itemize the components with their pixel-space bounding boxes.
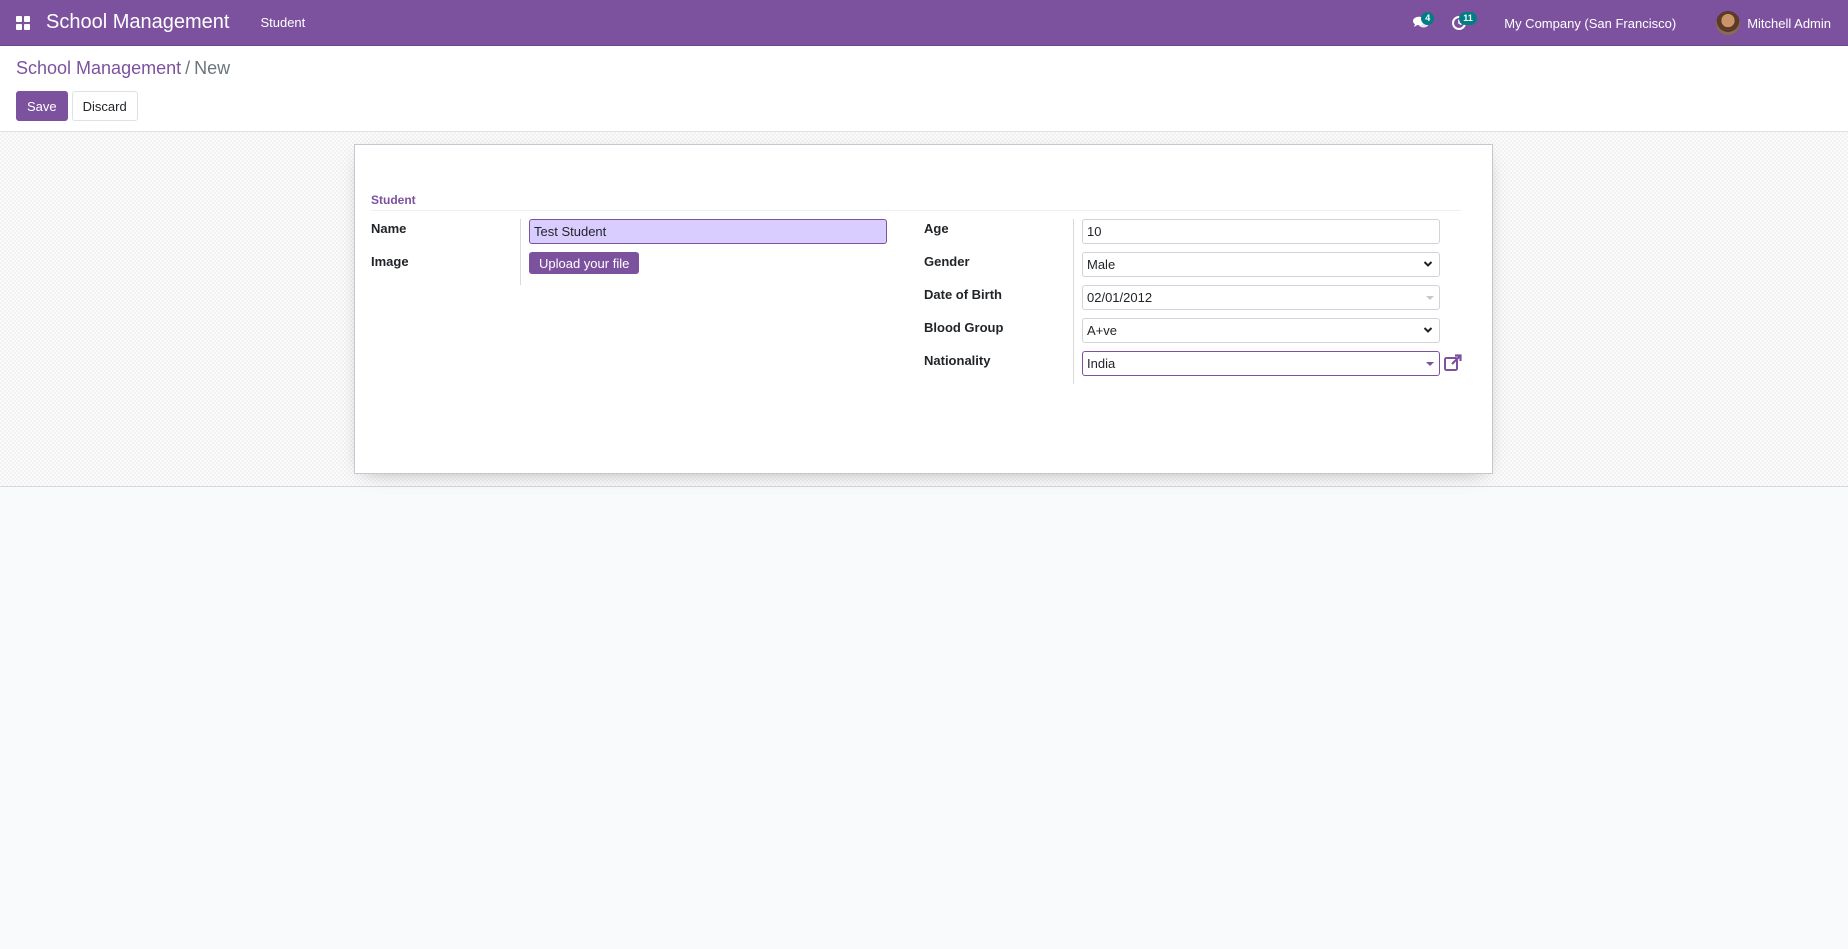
breadcrumb-current: New <box>194 58 231 78</box>
group-title: Student <box>371 193 1461 211</box>
activities-badge: 11 <box>1459 12 1477 25</box>
top-navbar: School Management Student 4 11 My Compan… <box>0 0 1848 46</box>
form-sheet: Student Name Test Student Image Upload y… <box>354 144 1493 474</box>
messages-badge: 4 <box>1421 12 1435 25</box>
user-name: Mitchell Admin <box>1747 15 1831 31</box>
gender-select[interactable]: Male <box>1082 252 1440 277</box>
nationality-row: Nationality India <box>924 351 1464 384</box>
image-row: Image Upload your file <box>371 252 924 285</box>
age-row: Age 10 <box>924 219 1464 252</box>
gender-value: Male <box>1087 257 1116 272</box>
activities-button[interactable]: 11 <box>1440 0 1478 46</box>
avatar <box>1716 11 1741 35</box>
breadcrumb: School Management / New <box>16 58 1832 79</box>
control-panel: School Management / New Save Discard <box>0 46 1848 132</box>
user-menu[interactable]: Mitchell Admin <box>1716 11 1848 35</box>
gender-row: Gender Male <box>924 252 1464 285</box>
menu-item-student[interactable]: Student <box>260 15 305 30</box>
blood-group-value: A+ve <box>1087 323 1117 338</box>
discard-button[interactable]: Discard <box>71 91 138 121</box>
image-label: Image <box>371 252 521 285</box>
age-input[interactable]: 10 <box>1082 219 1440 244</box>
name-row: Name Test Student <box>371 219 924 252</box>
age-label: Age <box>924 219 1074 252</box>
caret-down-icon[interactable] <box>1426 362 1434 366</box>
upload-file-button[interactable]: Upload your file <box>529 252 640 274</box>
name-label: Name <box>371 219 521 252</box>
caret-down-icon <box>1426 296 1434 300</box>
blood-group-select[interactable]: A+ve <box>1082 318 1440 343</box>
apps-menu-icon[interactable] <box>0 0 46 46</box>
gender-label: Gender <box>924 252 1074 285</box>
blood-group-label: Blood Group <box>924 318 1074 351</box>
company-switcher[interactable]: My Company (San Francisco) <box>1504 16 1676 31</box>
dob-label: Date of Birth <box>924 285 1074 318</box>
breadcrumb-parent[interactable]: School Management <box>16 58 181 79</box>
dob-input[interactable]: 02/01/2012 <box>1082 285 1440 310</box>
dob-value: 02/01/2012 <box>1087 290 1153 305</box>
form-background: Student Name Test Student Image Upload y… <box>0 132 1848 487</box>
nationality-value: India <box>1087 356 1116 371</box>
name-input[interactable]: Test Student <box>529 219 887 244</box>
blood-group-row: Blood Group A+ve <box>924 318 1464 351</box>
nationality-input[interactable]: India <box>1082 351 1440 376</box>
external-link-icon[interactable] <box>1443 353 1463 373</box>
chevron-down-icon <box>1423 261 1433 267</box>
save-button[interactable]: Save <box>16 91 68 121</box>
messages-button[interactable]: 4 <box>1402 0 1440 46</box>
breadcrumb-separator: / <box>185 58 191 78</box>
dob-row: Date of Birth 02/01/2012 <box>924 285 1464 318</box>
left-group: Name Test Student Image Upload your file <box>371 219 924 384</box>
chevron-down-icon <box>1423 327 1433 333</box>
app-title[interactable]: School Management <box>46 11 229 34</box>
right-group: Age 10 Gender Male Date of Birth 02/01/2… <box>924 219 1464 384</box>
nationality-label: Nationality <box>924 351 1074 384</box>
